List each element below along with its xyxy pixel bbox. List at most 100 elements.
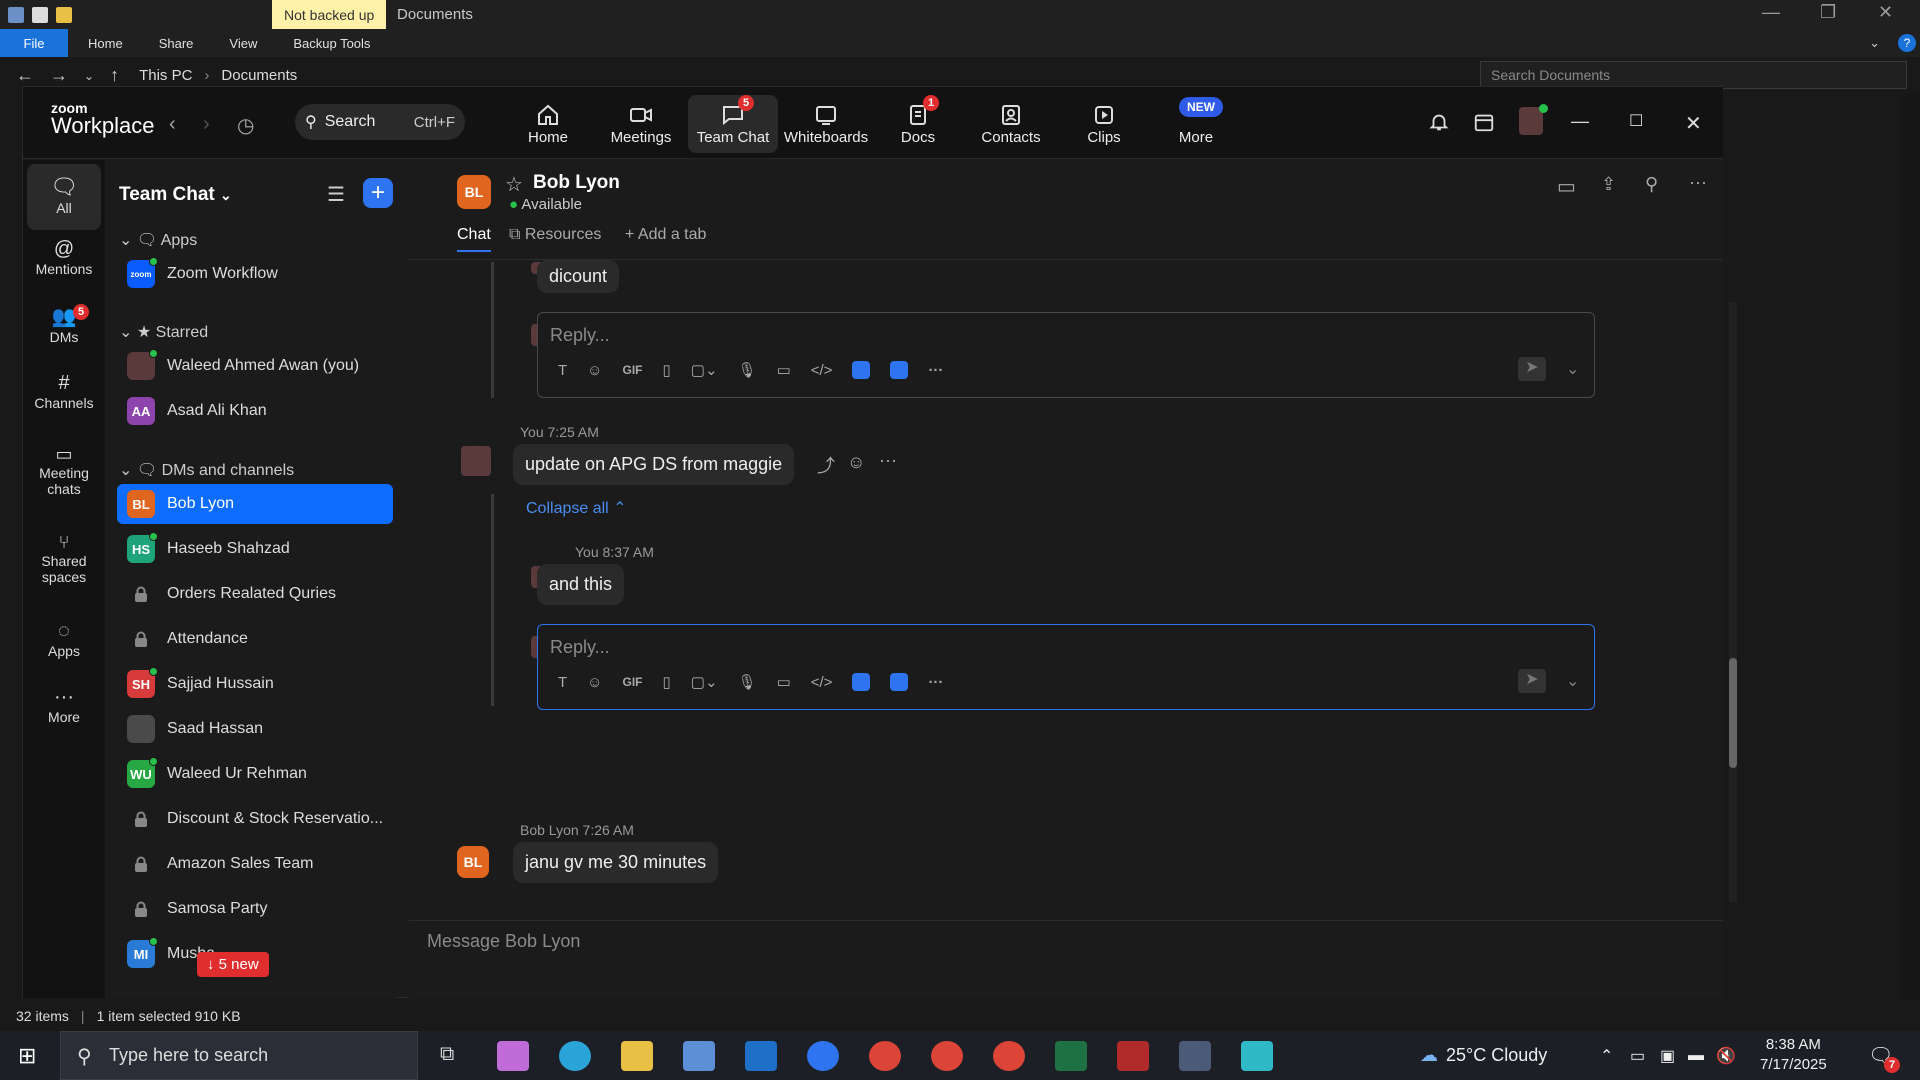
weather-widget[interactable]: ☁ 25°C Cloudy bbox=[1420, 1031, 1547, 1080]
add-reaction-icon[interactable]: ☺ bbox=[847, 452, 865, 473]
calculator-icon[interactable] bbox=[1179, 1041, 1211, 1071]
close-icon[interactable]: ✕ bbox=[1685, 111, 1702, 136]
breadcrumb-documents[interactable]: Documents bbox=[221, 67, 297, 84]
nav-contacts[interactable]: Contacts bbox=[966, 95, 1056, 153]
up-arrow-icon[interactable]: ↑ bbox=[110, 65, 119, 86]
message-bubble[interactable]: janu gv me 30 minutes bbox=[513, 842, 719, 883]
copilot-icon[interactable] bbox=[497, 1041, 529, 1071]
new-folder-icon[interactable] bbox=[56, 6, 72, 23]
list-item[interactable]: WU Waleed Ur Rehman bbox=[117, 754, 393, 794]
history-icon[interactable]: ◷ bbox=[237, 113, 254, 138]
clock[interactable]: 8:38 AM 7/17/2025 bbox=[1760, 1035, 1827, 1075]
explorer-scrollbar[interactable] bbox=[1902, 94, 1920, 1000]
windows-start-icon[interactable]: ⊞ bbox=[18, 1043, 36, 1069]
rail-apps[interactable]: ◌ Apps bbox=[27, 620, 101, 680]
send-icon[interactable]: ➤ bbox=[1518, 669, 1546, 693]
outlook-icon[interactable] bbox=[745, 1041, 777, 1071]
minimize-icon[interactable]: — bbox=[1571, 111, 1589, 132]
edge-icon[interactable] bbox=[559, 1041, 591, 1071]
file-icon[interactable]: ▯ bbox=[663, 361, 671, 379]
more-options-icon[interactable]: ··· bbox=[1689, 172, 1707, 193]
ribbon-tab-home[interactable]: Home bbox=[88, 36, 123, 51]
rail-meeting-chats[interactable]: ▭ Meeting chats bbox=[27, 444, 101, 524]
back-chevron-icon[interactable]: ‹ bbox=[169, 113, 176, 136]
new-chat-button[interactable]: + bbox=[363, 178, 393, 208]
backup-status-badge[interactable]: Not backed up bbox=[272, 0, 387, 29]
list-item[interactable]: zoom Zoom Workflow bbox=[117, 254, 393, 294]
tray-chevron-icon[interactable]: ⌃ bbox=[1600, 1031, 1613, 1080]
volume-muted-icon[interactable]: 🔇 bbox=[1716, 1031, 1736, 1080]
taskbar-search-input[interactable]: ⚲ Type here to search bbox=[60, 1031, 418, 1080]
zoom-search-input[interactable]: ⚲ Search Ctrl+F bbox=[295, 104, 465, 140]
mic-icon[interactable]: 🎙 bbox=[738, 673, 757, 691]
section-apps[interactable]: ⌄ 🗨 Apps bbox=[119, 230, 197, 250]
code-icon[interactable]: </> bbox=[811, 362, 833, 379]
list-item[interactable]: AA Asad Ali Khan bbox=[117, 391, 393, 431]
ribbon-tab-share[interactable]: Share bbox=[159, 36, 194, 51]
chrome-icon[interactable] bbox=[869, 1041, 901, 1071]
video-clip-icon[interactable]: ▭ bbox=[777, 673, 791, 691]
screen-share-icon[interactable]: ⇪ bbox=[1601, 174, 1616, 195]
code-icon[interactable]: </> bbox=[811, 674, 833, 691]
calendar-icon[interactable] bbox=[1473, 111, 1495, 133]
close-icon[interactable]: ✕ bbox=[1878, 2, 1893, 23]
ribbon-tab-view[interactable]: View bbox=[229, 36, 257, 51]
meet-now-icon[interactable]: ▣ bbox=[1660, 1031, 1675, 1080]
app-icon[interactable] bbox=[852, 673, 871, 691]
contact-avatar[interactable]: BL bbox=[457, 175, 491, 209]
list-title[interactable]: Team Chat ⌄ bbox=[119, 184, 232, 206]
chevron-down-icon[interactable]: ⌄ bbox=[1869, 35, 1880, 51]
network-icon[interactable]: ▭ bbox=[1630, 1031, 1645, 1080]
more-dots-icon[interactable]: ··· bbox=[928, 362, 943, 379]
send-icon[interactable]: ➤ bbox=[1518, 357, 1546, 381]
gif-icon[interactable]: GIF bbox=[623, 675, 643, 689]
chrome-icon[interactable] bbox=[993, 1041, 1025, 1071]
properties-icon[interactable] bbox=[32, 6, 48, 23]
message-input[interactable]: Message Bob Lyon bbox=[427, 931, 580, 952]
excel-icon[interactable] bbox=[1055, 1041, 1087, 1071]
maximize-icon[interactable]: ☐ bbox=[1629, 111, 1643, 131]
rail-dms[interactable]: 👥 DMs 5 bbox=[27, 304, 101, 364]
message-bubble[interactable]: dicount bbox=[537, 260, 620, 293]
emoji-icon[interactable]: ☺ bbox=[587, 674, 602, 691]
restore-icon[interactable]: ❐ bbox=[1820, 2, 1836, 23]
file-explorer-icon[interactable] bbox=[621, 1041, 653, 1071]
whiteboard-app-icon[interactable] bbox=[890, 673, 909, 691]
format-icon[interactable]: T bbox=[558, 674, 567, 691]
tab-resources[interactable]: ⧉ Resources bbox=[509, 226, 601, 244]
ribbon-tab-backup-tools[interactable]: Backup Tools bbox=[293, 36, 370, 51]
nav-more[interactable]: More NEW bbox=[1151, 95, 1241, 153]
list-item[interactable]: Saad Hassan bbox=[117, 709, 393, 749]
rail-channels[interactable]: # Channels bbox=[27, 372, 101, 432]
list-item-bob-lyon[interactable]: BL Bob Lyon bbox=[117, 484, 393, 524]
nav-docs[interactable]: Docs 1 bbox=[873, 95, 963, 153]
filter-icon[interactable]: ☰ bbox=[327, 182, 345, 207]
zoom-app-icon[interactable] bbox=[807, 1041, 839, 1071]
list-item[interactable]: SH Sajjad Hussain bbox=[117, 664, 393, 704]
message-more-icon[interactable]: ··· bbox=[879, 450, 897, 471]
gif-icon[interactable]: GIF bbox=[623, 363, 643, 377]
list-item[interactable]: Waleed Ahmed Awan (you) bbox=[117, 346, 393, 386]
tab-chat[interactable]: Chat bbox=[457, 226, 491, 252]
message-bubble[interactable]: update on APG DS from maggie bbox=[513, 444, 795, 485]
ribbon-tab-file[interactable]: File bbox=[0, 29, 68, 57]
back-arrow-icon[interactable]: ← bbox=[16, 65, 34, 86]
tab-add[interactable]: + Add a tab bbox=[625, 226, 706, 244]
breadcrumb-this-pc[interactable]: This PC bbox=[139, 67, 192, 84]
minimize-icon[interactable]: — bbox=[1762, 2, 1780, 23]
list-item[interactable]: Amazon Sales Team bbox=[117, 844, 393, 884]
reply-input-active[interactable]: Reply... T ☺ GIF ▯ ▢⌄ 🎙 ▭ </> ··· ➤ ⌄ bbox=[537, 624, 1595, 710]
mic-icon[interactable]: 🎙 bbox=[738, 361, 757, 379]
section-dms-channels[interactable]: ⌄ 🗨 DMs and channels bbox=[119, 460, 294, 480]
whiteboard-app-icon[interactable] bbox=[890, 361, 909, 379]
search-icon[interactable]: ⚲ bbox=[1645, 174, 1658, 195]
chat-scrollbar[interactable] bbox=[1729, 302, 1737, 902]
filezilla-icon[interactable] bbox=[1117, 1041, 1149, 1071]
forward-arrow-icon[interactable]: → bbox=[50, 65, 68, 86]
list-item[interactable]: Samosa Party bbox=[117, 889, 393, 929]
help-icon[interactable]: ? bbox=[1898, 34, 1916, 52]
nav-clips[interactable]: Clips bbox=[1059, 95, 1149, 153]
nav-team-chat[interactable]: Team Chat 5 bbox=[688, 95, 778, 153]
rail-shared-spaces[interactable]: ⑂ Shared spaces bbox=[27, 532, 101, 612]
emoji-icon[interactable]: ☺ bbox=[587, 362, 602, 379]
